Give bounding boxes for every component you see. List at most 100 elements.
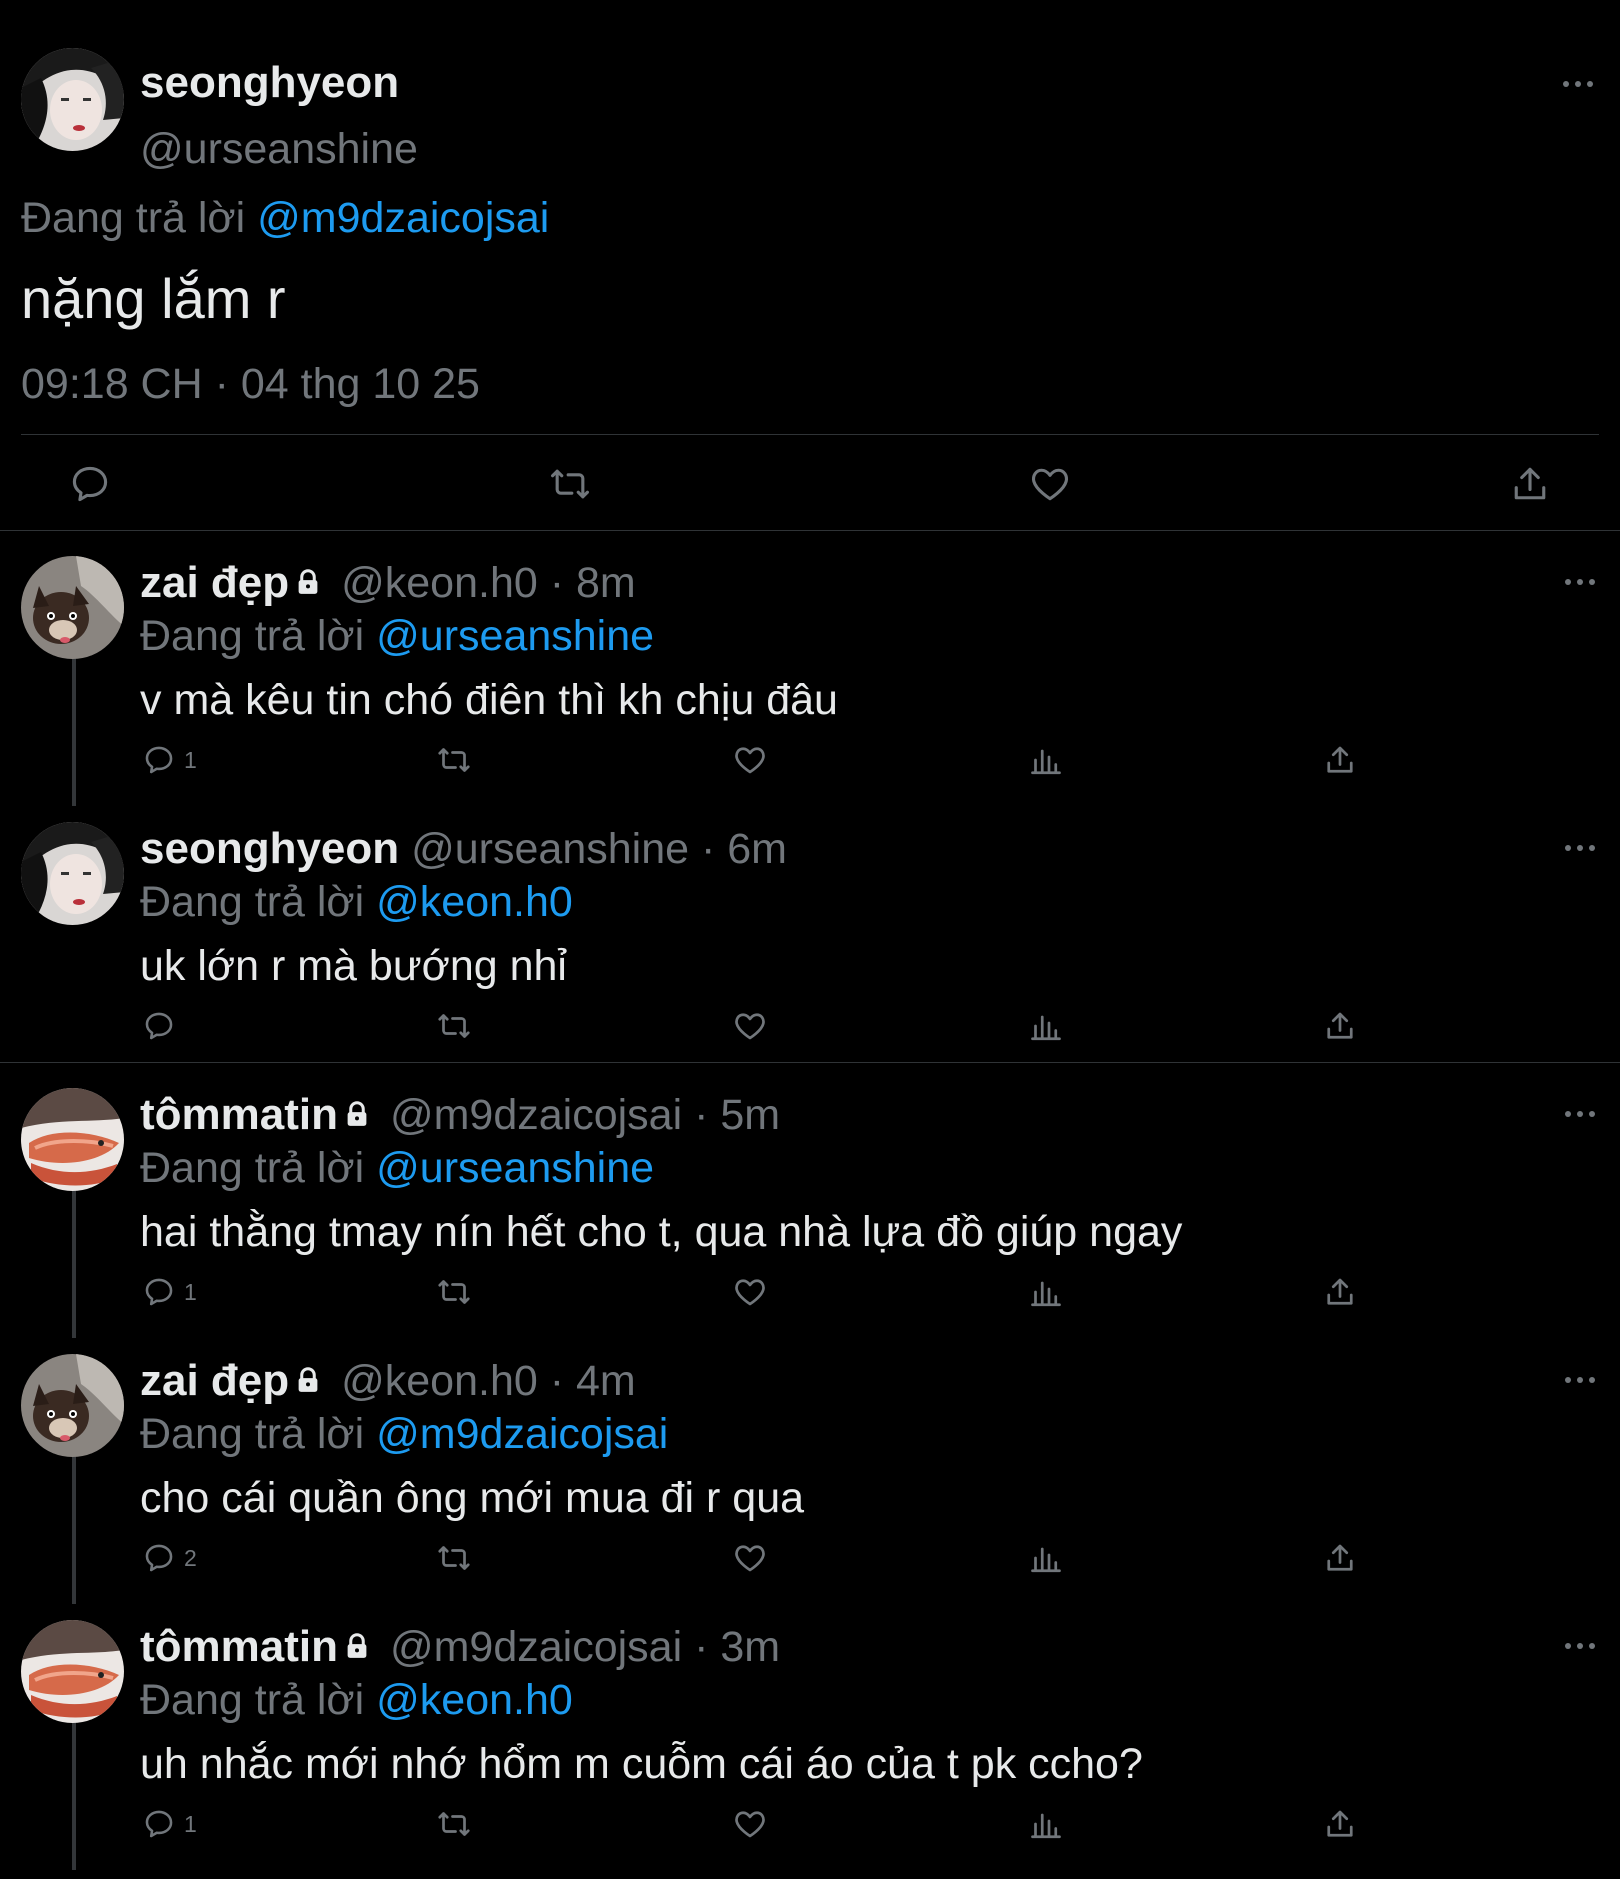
tweet-actions: 1 <box>0 742 1620 782</box>
author-name[interactable]: zai đẹp <box>140 1356 289 1405</box>
author-handle[interactable]: @urseanshine <box>140 125 418 174</box>
retweet-icon[interactable] <box>436 1008 472 1044</box>
avatar[interactable] <box>21 1620 124 1723</box>
share-icon[interactable] <box>1322 1008 1358 1044</box>
reply-to-handle[interactable]: @m9dzaicojsai <box>257 194 549 242</box>
author-name[interactable]: tômmatin <box>140 1622 338 1671</box>
like-icon[interactable] <box>1028 462 1072 506</box>
reply-icon <box>142 743 176 777</box>
reply-button[interactable]: 2 <box>142 1540 197 1576</box>
tweet-actions <box>0 462 1620 508</box>
replying-to: Đang trả lời @keon.h0 <box>140 878 573 927</box>
reply-header: zai đẹp @keon.h0 · 8m <box>140 558 636 608</box>
reply-tweet[interactable]: seonghyeon @urseanshine · 6m Đang trả lờ… <box>0 796 1620 1062</box>
views-icon[interactable] <box>1028 1806 1064 1842</box>
like-icon[interactable] <box>732 1540 768 1576</box>
author-handle[interactable]: @m9dzaicojsai <box>378 1091 694 1139</box>
lock-icon <box>293 567 323 597</box>
reply-button[interactable]: 1 <box>142 1274 197 1310</box>
like-icon[interactable] <box>732 1274 768 1310</box>
author-handle[interactable]: @keon.h0 <box>329 559 550 607</box>
more-icon[interactable] <box>1556 72 1600 96</box>
lock-icon <box>342 1099 372 1129</box>
reply-to-handle[interactable]: @keon.h0 <box>376 1676 573 1724</box>
reply-count: 1 <box>184 746 197 773</box>
tweet-timestamp[interactable]: 09:18 CH · 04 thg 10 25 <box>21 360 480 409</box>
retweet-icon[interactable] <box>436 1806 472 1842</box>
like-icon[interactable] <box>732 1806 768 1842</box>
views-icon[interactable] <box>1028 742 1064 778</box>
like-icon[interactable] <box>732 742 768 778</box>
retweet-icon[interactable] <box>436 1540 472 1576</box>
avatar[interactable] <box>21 48 124 151</box>
avatar[interactable] <box>21 1088 124 1191</box>
retweet-icon[interactable] <box>436 742 472 778</box>
tweet-time[interactable]: · 6m <box>701 825 787 873</box>
tweet-time[interactable]: · 5m <box>694 1091 780 1139</box>
reply-button[interactable] <box>142 1008 184 1044</box>
author-name[interactable]: seonghyeon <box>140 824 399 873</box>
reply-tweet[interactable]: zai đẹp @keon.h0 · 8m Đang trả lời @urse… <box>0 530 1620 806</box>
tweet-time[interactable]: · 8m <box>550 559 636 607</box>
tweet-text: nặng lắm r <box>21 267 286 330</box>
reply-tweet[interactable]: zai đẹp @keon.h0 · 4m Đang trả lời @m9dz… <box>0 1328 1620 1604</box>
tweet-text: uk lớn r mà bướng nhỉ <box>140 942 567 990</box>
avatar[interactable] <box>21 556 124 659</box>
views-icon[interactable] <box>1028 1008 1064 1044</box>
author-handle[interactable]: @m9dzaicojsai <box>378 1623 694 1671</box>
reply-to-handle[interactable]: @urseanshine <box>376 612 654 660</box>
reply-icon <box>142 1009 176 1043</box>
retweet-icon[interactable] <box>436 1274 472 1310</box>
lock-icon <box>293 1365 323 1395</box>
tweet-text: uh nhắc mới nhớ hổm m cuỗm cái áo của t … <box>140 1740 1143 1788</box>
share-icon[interactable] <box>1322 742 1358 778</box>
avatar[interactable] <box>21 822 124 925</box>
replying-to: Đang trả lời @m9dzaicojsai <box>21 194 549 243</box>
share-icon[interactable] <box>1322 1540 1358 1576</box>
author-name[interactable]: tômmatin <box>140 1090 338 1139</box>
views-icon[interactable] <box>1028 1274 1064 1310</box>
more-icon[interactable] <box>1558 836 1602 860</box>
reply-prefix: Đang trả lời <box>21 194 246 242</box>
replying-to: Đang trả lời @urseanshine <box>140 612 654 661</box>
tweet-time[interactable]: · 3m <box>694 1623 780 1671</box>
reply-to-handle[interactable]: @urseanshine <box>376 1144 654 1192</box>
reply-button[interactable]: 1 <box>142 1806 197 1842</box>
more-icon[interactable] <box>1558 1634 1602 1658</box>
author-handle[interactable]: @keon.h0 <box>329 1357 550 1405</box>
reply-header: seonghyeon @urseanshine · 6m <box>140 824 787 874</box>
author-name[interactable]: zai đẹp <box>140 558 289 607</box>
tweet-actions: 1 <box>0 1806 1620 1846</box>
like-icon[interactable] <box>732 1008 768 1044</box>
author-name[interactable]: seonghyeon <box>140 58 399 108</box>
more-icon[interactable] <box>1558 570 1602 594</box>
tweet-actions <box>0 1008 1620 1048</box>
reply-prefix: Đang trả lời <box>140 1144 365 1192</box>
views-icon[interactable] <box>1028 1540 1064 1576</box>
tweet-time[interactable]: · 4m <box>550 1357 636 1405</box>
share-icon[interactable] <box>1322 1274 1358 1310</box>
reply-count: 1 <box>184 1810 197 1837</box>
reply-button[interactable]: 1 <box>142 742 197 778</box>
reply-to-handle[interactable]: @m9dzaicojsai <box>376 1410 668 1458</box>
reply-header: tômmatin @m9dzaicojsai · 5m <box>140 1090 780 1140</box>
reply-tweet[interactable]: tômmatin @m9dzaicojsai · 5m Đang trả lời… <box>0 1062 1620 1338</box>
retweet-icon[interactable] <box>548 462 592 506</box>
share-icon[interactable] <box>1322 1806 1358 1842</box>
author-handle[interactable]: @urseanshine <box>399 825 701 873</box>
reply-prefix: Đang trả lời <box>140 612 365 660</box>
reply-to-handle[interactable]: @keon.h0 <box>376 878 573 926</box>
reply-header: zai đẹp @keon.h0 · 4m <box>140 1356 636 1406</box>
divider <box>21 434 1599 435</box>
avatar[interactable] <box>21 1354 124 1457</box>
reply-count: 1 <box>184 1278 197 1305</box>
tweet-actions: 2 <box>0 1540 1620 1580</box>
reply-tweet[interactable]: tômmatin @m9dzaicojsai · 3m Đang trả lời… <box>0 1594 1620 1870</box>
more-icon[interactable] <box>1558 1368 1602 1392</box>
reply-prefix: Đang trả lời <box>140 1676 365 1724</box>
more-icon[interactable] <box>1558 1102 1602 1126</box>
reply-icon[interactable] <box>68 462 112 506</box>
reply-icon <box>142 1807 176 1841</box>
replying-to: Đang trả lời @keon.h0 <box>140 1676 573 1725</box>
share-icon[interactable] <box>1508 462 1552 506</box>
